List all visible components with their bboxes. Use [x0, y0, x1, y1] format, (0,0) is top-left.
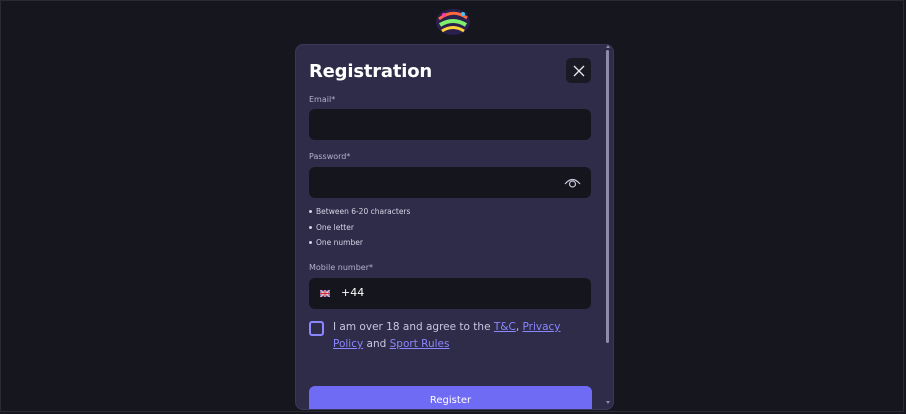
terms-intro: I am over 18 and agree to the — [333, 321, 494, 333]
age-terms-checkbox[interactable] — [309, 321, 324, 336]
terms-comma: , — [515, 321, 523, 333]
uk-flag-icon[interactable] — [320, 290, 330, 297]
mobile-field[interactable]: +44 — [309, 278, 591, 309]
bullet-icon — [309, 225, 312, 229]
tc-link[interactable]: T&C — [494, 321, 516, 333]
eye-icon[interactable] — [564, 176, 581, 189]
scroll-thumb[interactable] — [606, 50, 609, 343]
registration-modal: Registration Email* Password* Between 6-… — [295, 44, 614, 410]
scroll-down-icon[interactable] — [606, 401, 610, 404]
password-rule: Between 6-20 characters — [309, 204, 410, 220]
password-label: Password* — [309, 152, 351, 161]
sport-rules-link[interactable]: Sport Rules — [390, 338, 450, 350]
mobile-label: Mobile number* — [309, 263, 374, 272]
terms-and: and — [363, 338, 390, 350]
bullet-icon — [309, 241, 312, 245]
funky-jackpot-logo[interactable] — [434, 6, 472, 38]
close-button[interactable] — [566, 58, 591, 83]
email-label: Email* — [309, 95, 336, 104]
bullet-icon — [309, 210, 312, 214]
scroll-up-icon[interactable] — [606, 45, 610, 48]
password-rule: One letter — [309, 220, 410, 236]
register-button[interactable]: Register — [309, 386, 592, 409]
rule-text: One letter — [316, 222, 354, 232]
email-field[interactable] — [309, 109, 591, 140]
password-rules: Between 6-20 characters One letter One n… — [309, 204, 410, 251]
password-field[interactable] — [309, 167, 591, 198]
password-rule: One number — [309, 235, 410, 251]
modal-title: Registration — [309, 61, 433, 82]
country-code[interactable]: +44 — [341, 286, 364, 299]
modal-scrollbar[interactable] — [604, 44, 612, 408]
rule-text: Between 6-20 characters — [316, 207, 411, 216]
rule-text: One number — [316, 238, 363, 247]
terms-text: I am over 18 and agree to the T&C, Priva… — [333, 319, 585, 353]
close-icon — [573, 65, 584, 76]
